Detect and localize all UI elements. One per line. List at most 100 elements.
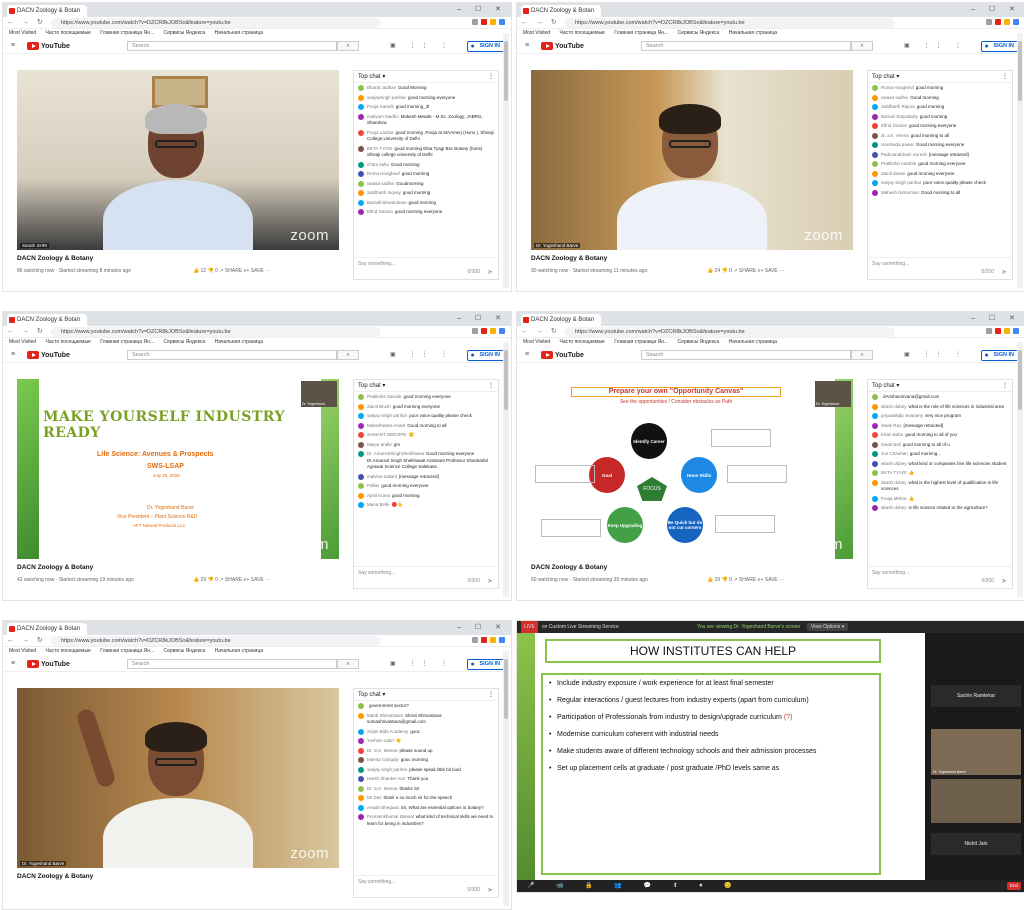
browser-tab[interactable]: DACN Zoology & Botan [521,314,601,326]
menu-icon[interactable]: ≡ [11,351,15,358]
window-controls[interactable]: – ☐ ✕ [971,5,1021,13]
bookmark-item[interactable]: Главная страница Ян... [100,648,154,654]
search-button[interactable]: ⌕ [851,41,873,51]
more-icon[interactable]: ⋮ [1002,380,1008,392]
header-icons[interactable]: ▣ ⋮⋮ ⋮ [904,351,967,358]
view-options-button[interactable]: View Options ▾ [807,623,849,631]
youtube-logo[interactable]: YouTube [27,41,70,51]
bookmark-item[interactable]: Начальная страница [215,648,263,654]
page-scrollbar[interactable] [503,651,509,906]
bookmark-item[interactable]: Главная страница Ян... [614,30,668,36]
menu-icon[interactable]: ≡ [11,42,15,49]
extension-icons[interactable] [472,19,505,25]
bookmark-item[interactable]: Главная страница Ян... [100,339,154,345]
bookmark-item[interactable]: Most Visited [9,30,36,36]
chat-input[interactable]: Say something... 0/200 ➤ [868,566,1012,588]
bookmark-item[interactable]: Начальная страница [729,339,777,345]
window-controls[interactable]: – ☐ ✕ [457,623,507,631]
participant-tile[interactable]: Sachin Ramtekar [931,685,1021,707]
extension-icons[interactable] [986,328,1019,334]
search-input[interactable]: Search [127,350,337,360]
signin-button[interactable]: SIGN IN [980,41,1019,52]
signin-button[interactable]: SIGN IN [466,350,505,361]
participant-tile[interactable] [931,779,1021,823]
chat-header[interactable]: Top chat ▾ ⋮ [354,689,498,701]
more-icon[interactable]: ⋮ [488,71,494,83]
chat-input[interactable]: Say something... 0/200 ➤ [354,875,498,897]
video-player[interactable]: zoom Dr. Yogeshand Barve [17,688,339,868]
video-actions[interactable]: 👍 24 👎 0 ↗ SHARE ≡+ SAVE ··· [707,268,784,274]
bookmark-item[interactable]: Most Visited [523,339,550,345]
header-icons[interactable]: ▣ ⋮⋮ ⋮ [390,42,453,49]
search-button[interactable]: ⌕ [851,350,873,360]
extension-icons[interactable] [472,328,505,334]
participant-tile[interactable]: Nishit Jain [931,833,1021,855]
page-scrollbar[interactable] [503,342,509,597]
bookmark-item[interactable]: Most Visited [9,648,36,654]
bookmark-item[interactable]: Начальная страница [215,30,263,36]
send-icon[interactable]: ➤ [1001,268,1007,276]
bookmark-item[interactable]: Главная страница Ян... [100,30,154,36]
browser-tab[interactable]: DACN Zoology & Botan [7,5,87,17]
youtube-logo[interactable]: YouTube [541,41,584,51]
chat-input[interactable]: Say something... 0/200 ➤ [354,257,498,279]
chat-input[interactable]: Say something... 0/200 ➤ [354,566,498,588]
video-actions[interactable]: 👍 29 👎 0 ↗ SHARE ≡+ SAVE ··· [193,577,270,583]
participant-tile[interactable]: Dr. Yogeshand Barve [931,729,1021,775]
window-controls[interactable]: – ☐ ✕ [457,5,507,13]
end-button[interactable]: End [1006,882,1021,890]
url-field[interactable]: https://www.youtube.com/watch?v=DZCR8kJO… [565,18,895,28]
video-actions[interactable]: 👍 12 👎 0 ↗ SHARE ≡+ SAVE ··· [193,268,270,274]
bookmark-item[interactable]: Часто посещаемые [46,30,91,36]
video-actions[interactable]: 👍 29 👎 0 ↗ SHARE ≡+ SAVE ··· [707,577,784,583]
bookmark-item[interactable]: Сервисы Яндекса [164,30,206,36]
bookmark-item[interactable]: Часто посещаемые [46,648,91,654]
chat-header[interactable]: Top chat ▾ ⋮ [868,380,1012,392]
chat-header[interactable]: Top chat ▾ ⋮ [354,71,498,83]
extension-icons[interactable] [986,19,1019,25]
search-button[interactable]: ⌕ [337,350,359,360]
search-input[interactable]: Search [641,41,851,51]
signin-button[interactable]: SIGN IN [466,659,505,670]
send-icon[interactable]: ➤ [487,577,493,585]
search-input[interactable]: Search [641,350,851,360]
browser-tab[interactable]: DACN Zoology & Botan [7,623,87,635]
extension-icons[interactable] [472,637,505,643]
video-player[interactable]: zoom Dr. Yogeshand Barve [531,70,853,250]
url-field[interactable]: https://www.youtube.com/watch?v=DZCR8kJO… [565,327,895,337]
bookmark-item[interactable]: Сервисы Яндекса [678,30,720,36]
chat-input[interactable]: Say something... 0/200 ➤ [868,257,1012,279]
more-icon[interactable]: ⋮ [488,689,494,701]
bookmark-item[interactable]: Сервисы Яндекса [164,648,206,654]
url-field[interactable]: https://www.youtube.com/watch?v=DZCR8kJO… [51,327,381,337]
search-input[interactable]: Search [127,659,337,669]
signin-button[interactable]: SIGN IN [980,350,1019,361]
url-field[interactable]: https://www.youtube.com/watch?v=DZCR8kJO… [51,636,381,646]
chat-header[interactable]: Top chat ▾ ⋮ [868,71,1012,83]
header-icons[interactable]: ▣ ⋮⋮ ⋮ [390,660,453,667]
bookmark-item[interactable]: Сервисы Яндекса [164,339,206,345]
more-icon[interactable]: ⋮ [1002,71,1008,83]
chat-header[interactable]: Top chat ▾ ⋮ [354,380,498,392]
header-icons[interactable]: ▣ ⋮⋮ ⋮ [390,351,453,358]
send-icon[interactable]: ➤ [487,268,493,276]
youtube-logo[interactable]: YouTube [541,350,584,360]
menu-icon[interactable]: ≡ [525,42,529,49]
bookmark-item[interactable]: Начальная страница [729,30,777,36]
window-controls[interactable]: – ☐ ✕ [457,314,507,322]
bookmark-item[interactable]: Часто посещаемые [46,339,91,345]
bookmark-item[interactable]: Most Visited [523,30,550,36]
bookmark-item[interactable]: Часто посещаемые [560,30,605,36]
bookmark-item[interactable]: Most Visited [9,339,36,345]
page-scrollbar[interactable] [503,33,509,288]
bookmark-item[interactable]: Сервисы Яндекса [678,339,720,345]
signin-button[interactable]: SIGN IN [466,41,505,52]
browser-tab[interactable]: DACN Zoology & Botan [521,5,601,17]
more-icon[interactable]: ⋮ [488,380,494,392]
menu-icon[interactable]: ≡ [525,351,529,358]
url-field[interactable]: https://www.youtube.com/watch?v=DZCR8kJO… [51,18,381,28]
video-player[interactable]: Prepare your own "Opportunity Canvas" Se… [531,379,853,559]
video-player[interactable]: MAKE YOURSELF INDUSTRY READY Life Scienc… [17,379,339,559]
page-scrollbar[interactable] [1017,342,1023,597]
search-input[interactable]: Search [127,41,337,51]
